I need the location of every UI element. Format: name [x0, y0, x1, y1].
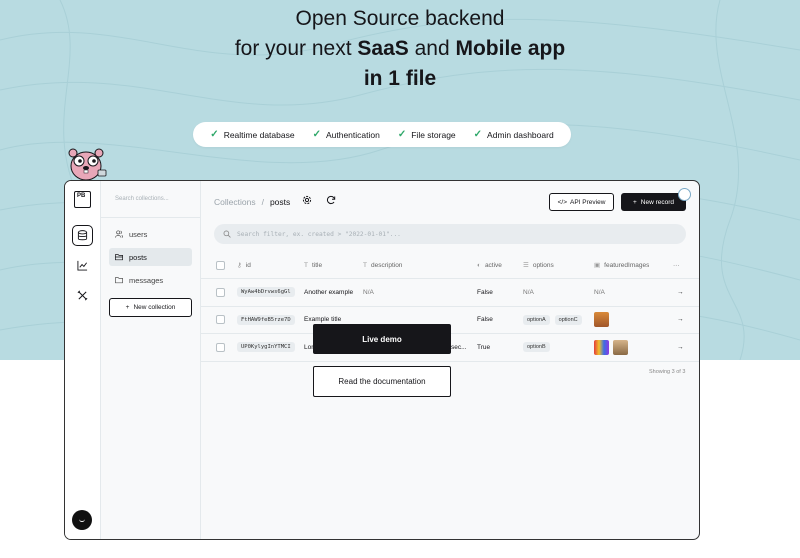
record-images — [594, 334, 632, 361]
new-record-button[interactable]: + New record — [621, 193, 686, 211]
arrow-right-icon[interactable]: → — [677, 279, 684, 306]
column-id[interactable]: ⚷ id — [237, 252, 251, 278]
record-active: False — [477, 288, 493, 296]
column-title[interactable]: Ttitle — [304, 252, 322, 278]
option-chip: optionC — [554, 314, 582, 325]
row-checkbox[interactable] — [216, 342, 225, 352]
record-id: FtHAW9feB5rze7D — [237, 314, 295, 325]
record-active: True — [477, 343, 491, 351]
logs-nav-button[interactable] — [72, 255, 93, 276]
record-images: N/A — [594, 288, 605, 296]
database-icon — [77, 230, 88, 241]
column-featured-images[interactable]: ▣ featuredImages — [594, 252, 649, 278]
image-thumbnail[interactable] — [613, 339, 628, 355]
code-icon: </> — [557, 198, 567, 206]
record-active: False — [477, 316, 493, 324]
row-checkbox[interactable] — [216, 315, 225, 325]
admin-dashboard-window: PB Search collections... users posts mes… — [64, 180, 700, 540]
table-row[interactable]: WyAw4bDrvws6gGl Another example N/A Fals… — [201, 279, 699, 307]
records-panel: Collections / posts </> API Preview + Ne… — [201, 181, 699, 539]
breadcrumb-current: posts — [269, 197, 291, 207]
collection-item-posts[interactable]: posts — [109, 248, 192, 266]
pocketbase-logo: PB — [74, 191, 91, 208]
arrow-right-icon[interactable]: → — [677, 334, 684, 361]
breadcrumb-collections[interactable]: Collections — [214, 197, 256, 207]
feature-realtime-database: ✓ Realtime database — [210, 129, 295, 140]
option-chip: optionB — [523, 342, 550, 353]
feature-admin-dashboard: ✓ Admin dashboard — [473, 129, 554, 140]
collections-panel: Search collections... users posts messag… — [101, 181, 201, 539]
headline-line-2: for your next SaaS and Mobile app — [234, 37, 566, 60]
gear-icon[interactable] — [302, 195, 312, 205]
user-avatar[interactable] — [72, 510, 92, 530]
folder-icon — [115, 277, 123, 284]
feature-authentication: ✓ Authentication — [312, 129, 380, 140]
new-collection-button[interactable]: + New collection — [109, 298, 192, 317]
live-demo-button[interactable]: Live demo — [313, 324, 451, 354]
collection-actions — [302, 195, 336, 205]
record-description: sec... — [451, 343, 467, 351]
tools-icon — [77, 290, 88, 301]
column-options-menu-icon[interactable]: ··· — [673, 252, 680, 278]
plus-icon: + — [125, 304, 130, 311]
search-filter-input[interactable]: Search filter, ex. created > "2022-01-01… — [214, 224, 686, 244]
record-title: Another example — [304, 288, 354, 296]
api-preview-button[interactable]: </> API Preview — [549, 193, 614, 211]
record-options: optionB — [523, 334, 555, 361]
image-thumbnail[interactable] — [594, 312, 609, 328]
column-options[interactable]: ☰ options — [523, 252, 554, 278]
search-icon — [223, 230, 231, 238]
record-options: N/A — [523, 288, 534, 296]
collections-search-input[interactable]: Search collections... — [115, 196, 169, 202]
check-icon: ✓ — [312, 129, 321, 140]
column-active[interactable]: ◐ active — [477, 252, 502, 278]
refresh-badge-icon[interactable] — [678, 188, 691, 201]
record-description: N/A — [363, 288, 374, 296]
check-icon: ✓ — [397, 129, 407, 140]
plus-icon: + — [632, 198, 637, 206]
record-id: WyAw4bDrvws6gGl — [237, 287, 295, 298]
record-options: optionA optionC — [523, 307, 587, 334]
check-icon: ✓ — [210, 129, 219, 140]
headline-line-1: Open Source backend — [295, 7, 505, 30]
record-title: Lor — [304, 343, 314, 351]
select-all-checkbox[interactable] — [216, 260, 225, 270]
settings-nav-button[interactable] — [72, 285, 93, 306]
feature-file-storage: ✓ File storage — [397, 129, 456, 140]
refresh-icon[interactable] — [326, 195, 336, 205]
toggle-icon: ◐ — [477, 261, 481, 269]
collections-nav-button[interactable] — [72, 225, 93, 246]
divider — [101, 217, 200, 218]
arrow-right-icon[interactable]: → — [677, 307, 684, 334]
headline-line-3: in 1 file — [363, 67, 437, 90]
chart-line-icon — [77, 260, 88, 271]
breadcrumb: Collections / posts — [214, 197, 290, 207]
hero-headline: Open Source backend for your next SaaS a… — [0, 4, 800, 94]
gopher-mascot-icon — [68, 148, 107, 181]
record-id: UP0KylygInYTMCI — [237, 342, 295, 353]
image-thumbnail[interactable] — [594, 339, 609, 355]
table-header: ⚷ id Ttitle Tdescription ◐ active ☰ options… — [201, 252, 699, 279]
text-icon: T — [363, 261, 367, 269]
row-checkbox[interactable] — [216, 287, 225, 297]
collection-item-messages[interactable]: messages — [109, 271, 192, 289]
check-icon: ✓ — [473, 129, 483, 140]
users-icon — [115, 230, 123, 238]
app-sidebar-rail: PB — [65, 181, 101, 539]
records-count: Showing 3 of 3 — [649, 369, 686, 375]
breadcrumb-separator: / — [261, 197, 264, 207]
folder-open-icon — [115, 254, 123, 261]
collection-item-users[interactable]: users — [109, 225, 192, 243]
column-description[interactable]: Tdescription — [363, 252, 402, 278]
list-icon: ☰ — [523, 262, 529, 269]
record-images — [594, 307, 613, 334]
text-icon: T — [304, 261, 308, 269]
key-icon: ⚷ — [237, 262, 242, 269]
option-chip: optionA — [523, 314, 550, 325]
image-icon: ▣ — [594, 262, 601, 269]
read-documentation-button[interactable]: Read the documentation — [313, 366, 451, 397]
features-pill: ✓ Realtime database ✓ Authentication ✓ File… — [193, 122, 571, 147]
